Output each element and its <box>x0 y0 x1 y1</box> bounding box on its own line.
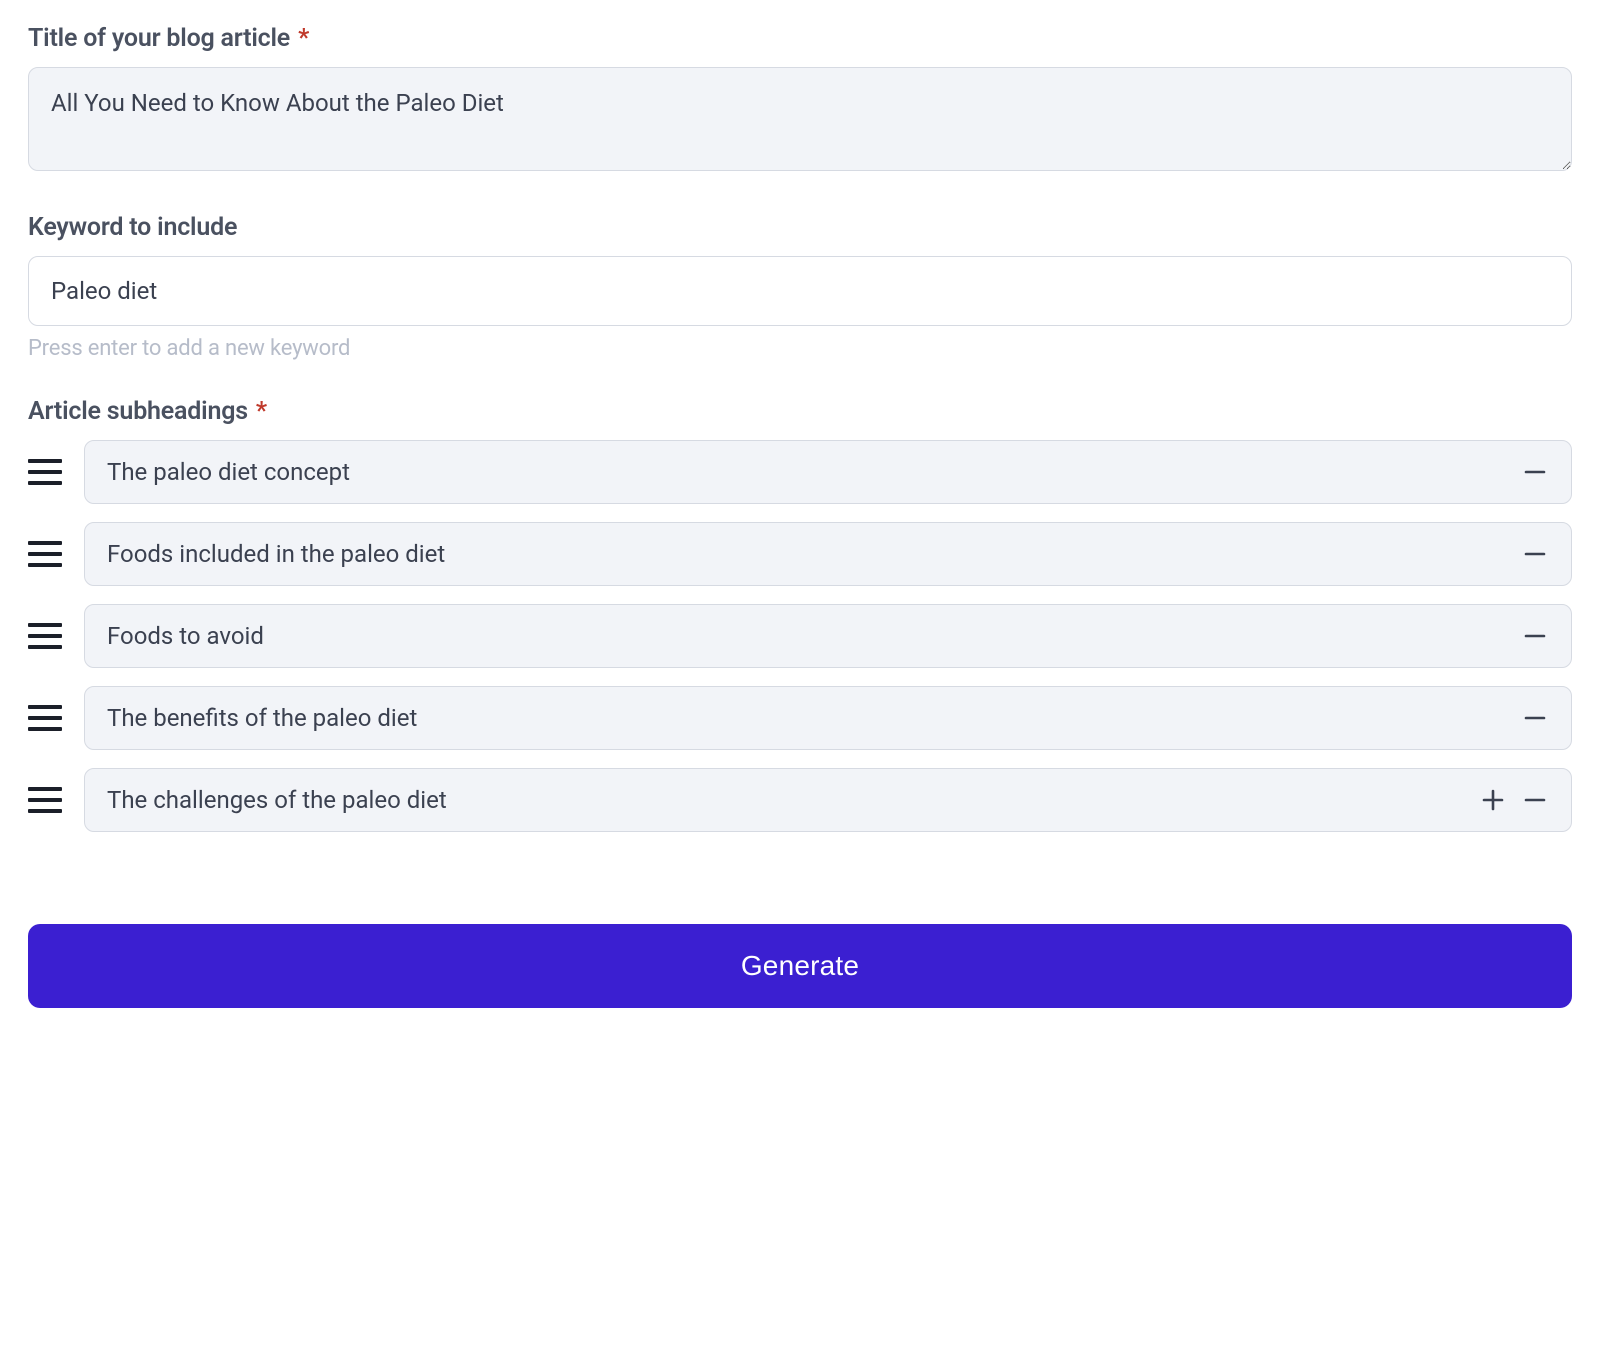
required-star-icon: * <box>256 397 267 426</box>
add-subheading-button[interactable] <box>1479 786 1507 814</box>
subheading-text: The paleo diet concept <box>107 458 1507 486</box>
keyword-label: Keyword to include <box>28 213 1572 242</box>
drag-handle-icon[interactable] <box>28 787 62 813</box>
subheading-row: Foods included in the paleo diet <box>28 522 1572 586</box>
subheading-row: Foods to avoid <box>28 604 1572 668</box>
subheadings-field-group: Article subheadings * The paleo diet con… <box>28 397 1572 832</box>
subheading-row: The challenges of the paleo diet <box>28 768 1572 832</box>
title-input[interactable] <box>28 67 1572 171</box>
subheading-text: Foods included in the paleo diet <box>107 540 1507 568</box>
subheading-input-box[interactable]: Foods to avoid <box>84 604 1572 668</box>
remove-subheading-button[interactable] <box>1521 704 1549 732</box>
drag-handle-icon[interactable] <box>28 459 62 485</box>
subheadings-list: The paleo diet concept Foods included in… <box>28 440 1572 832</box>
subheading-input-box[interactable]: The challenges of the paleo diet <box>84 768 1572 832</box>
minus-icon <box>1524 707 1546 729</box>
drag-handle-icon[interactable] <box>28 541 62 567</box>
subheading-row: The paleo diet concept <box>28 440 1572 504</box>
plus-icon <box>1482 789 1504 811</box>
title-field-group: Title of your blog article * <box>28 24 1572 177</box>
subheading-text: The challenges of the paleo diet <box>107 786 1465 814</box>
title-label: Title of your blog article * <box>28 24 1572 53</box>
remove-subheading-button[interactable] <box>1521 458 1549 486</box>
generate-button[interactable]: Generate <box>28 924 1572 1008</box>
required-star-icon: * <box>298 24 309 53</box>
minus-icon <box>1524 543 1546 565</box>
subheading-row: The benefits of the paleo diet <box>28 686 1572 750</box>
subheadings-label-text: Article subheadings <box>28 397 248 426</box>
minus-icon <box>1524 461 1546 483</box>
subheading-input-box[interactable]: The benefits of the paleo diet <box>84 686 1572 750</box>
subheading-input-box[interactable]: The paleo diet concept <box>84 440 1572 504</box>
drag-handle-icon[interactable] <box>28 623 62 649</box>
keyword-helper-text: Press enter to add a new keyword <box>28 336 1572 361</box>
title-label-text: Title of your blog article <box>28 24 290 53</box>
remove-subheading-button[interactable] <box>1521 540 1549 568</box>
remove-subheading-button[interactable] <box>1521 786 1549 814</box>
drag-handle-icon[interactable] <box>28 705 62 731</box>
keyword-field-group: Keyword to include Press enter to add a … <box>28 213 1572 361</box>
subheading-text: Foods to avoid <box>107 622 1507 650</box>
minus-icon <box>1524 625 1546 647</box>
minus-icon <box>1524 789 1546 811</box>
subheadings-label: Article subheadings * <box>28 397 1572 426</box>
subheading-text: The benefits of the paleo diet <box>107 704 1507 732</box>
remove-subheading-button[interactable] <box>1521 622 1549 650</box>
subheading-input-box[interactable]: Foods included in the paleo diet <box>84 522 1572 586</box>
keyword-input[interactable] <box>28 256 1572 326</box>
